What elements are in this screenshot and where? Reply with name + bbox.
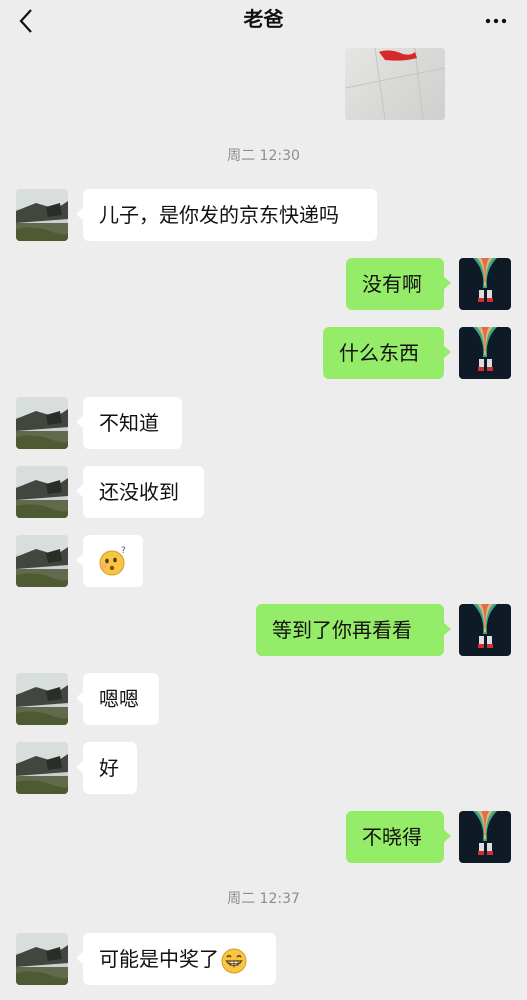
dad-avatar[interactable] xyxy=(16,397,68,449)
message-bubble-received[interactable]: 可能是中奖了 xyxy=(76,933,276,985)
my-avatar[interactable] xyxy=(459,604,511,656)
dad-avatar[interactable] xyxy=(16,933,68,985)
message-bubble-received[interactable]: 还没收到 xyxy=(76,466,204,518)
message-bubble-received[interactable]: 好 xyxy=(76,742,137,794)
message-bubble-sent[interactable]: 等到了你再看看 xyxy=(256,604,451,656)
message-bubble-received[interactable]: 儿子，是你发的京东快递吗 xyxy=(76,189,377,241)
message-bubble-sent[interactable]: 不晓得 xyxy=(346,811,451,863)
message-bubble-received[interactable]: 嗯嗯 xyxy=(76,673,159,725)
svg-text:?: ? xyxy=(121,546,126,556)
dad-avatar[interactable] xyxy=(16,189,68,241)
message-bubble-sent[interactable]: 什么东西 xyxy=(323,327,451,379)
chat-header: 老爸 xyxy=(0,0,527,42)
dad-avatar[interactable] xyxy=(16,466,68,518)
my-avatar[interactable] xyxy=(459,258,511,310)
message-text: 可能是中奖了 xyxy=(99,947,219,971)
dad-avatar[interactable] xyxy=(16,673,68,725)
my-avatar[interactable] xyxy=(459,327,511,379)
chat-title: 老爸 xyxy=(243,7,284,31)
message-bubble-received[interactable]: 不知道 xyxy=(76,397,182,449)
grinning-face-emoji xyxy=(221,948,247,973)
confused-face-emoji: ? xyxy=(99,546,126,576)
timestamp: 周二 12:37 xyxy=(227,891,300,907)
dad-avatar[interactable] xyxy=(16,535,68,587)
dad-avatar[interactable] xyxy=(16,742,68,794)
message-bubble-sent[interactable]: 没有啊 xyxy=(346,258,451,310)
timestamp: 周二 12:30 xyxy=(227,148,300,164)
message-bubble-received[interactable]: ? xyxy=(76,535,143,587)
my-avatar[interactable] xyxy=(459,811,511,863)
more-dots-icon[interactable] xyxy=(481,6,511,36)
image-message-thumbnail[interactable] xyxy=(345,48,445,120)
